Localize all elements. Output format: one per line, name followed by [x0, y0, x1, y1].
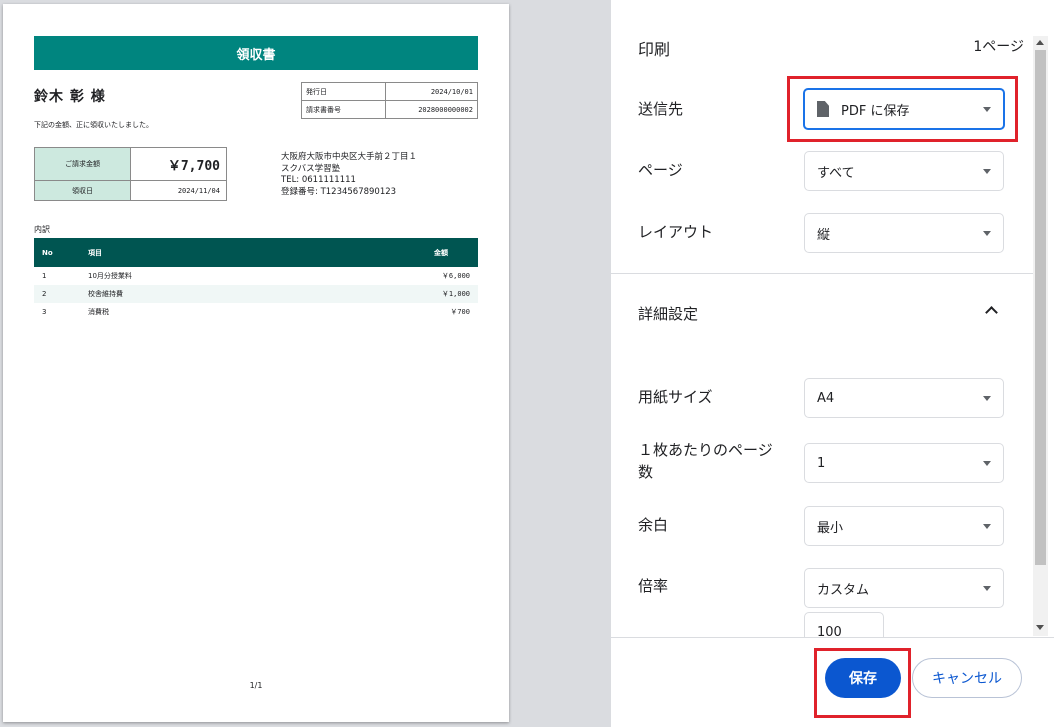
- breakdown-label: 内訳: [34, 225, 50, 234]
- layout-label: レイアウト: [638, 223, 714, 241]
- margins-select[interactable]: 最小: [804, 506, 1004, 546]
- settings-scrollbar[interactable]: [1033, 36, 1048, 636]
- page-count: 1ページ: [973, 39, 1024, 55]
- issuer-tel: TEL: 0611111111: [281, 175, 356, 185]
- header-no: No: [34, 238, 80, 267]
- meta-row: 発行日 2024/10/01: [301, 82, 478, 101]
- panel-title: 印刷: [638, 40, 671, 59]
- scroll-up-arrow-icon[interactable]: [1036, 40, 1044, 45]
- more-settings-label[interactable]: 詳細設定: [638, 303, 698, 325]
- paper-size-label: 用紙サイズ: [638, 388, 713, 406]
- pages-per-sheet-label-line2: 数: [638, 463, 654, 481]
- paper-size-value: A4: [817, 390, 835, 406]
- paper-size-select[interactable]: A4: [804, 378, 1004, 418]
- dropdown-arrow-icon: [983, 396, 991, 401]
- items-header-row: No 項目 金額: [34, 238, 478, 267]
- action-bar: 保存 キャンセル: [611, 637, 1054, 727]
- received-label: 領収日: [34, 180, 131, 201]
- pages-per-sheet-value: 1: [817, 455, 826, 471]
- meta-value: 2028000000002: [385, 100, 478, 119]
- received-value: 2024/11/04: [130, 180, 227, 201]
- dropdown-arrow-icon: [983, 461, 991, 466]
- row-item: 10月分授業料: [88, 272, 132, 280]
- scale-value: カスタム: [817, 582, 870, 598]
- destination-value: PDF に保存: [841, 103, 910, 119]
- amount-value: ￥7,700: [130, 147, 227, 181]
- receipt-page: 領収書 鈴木 彰 様 下記の金額、正に領収いたしました。 発行日 2024/10…: [3, 4, 509, 722]
- document-icon: [817, 101, 829, 117]
- row-no: 3: [42, 308, 47, 316]
- scroll-down-arrow-icon[interactable]: [1036, 625, 1044, 630]
- cancel-button[interactable]: キャンセル: [912, 658, 1022, 698]
- items-table: No 項目 金額 1 10月分授業料 ￥6,000 2 校舎維持費 ￥1,000…: [34, 238, 478, 321]
- dropdown-arrow-icon: [983, 107, 991, 112]
- meta-row: 請求書番号 2028000000002: [301, 100, 478, 119]
- receipt-note: 下記の金額、正に領収いたしました。: [34, 121, 153, 129]
- meta-label: 請求書番号: [301, 100, 386, 119]
- header-item: 項目: [80, 238, 294, 267]
- scale-select[interactable]: カスタム: [804, 568, 1004, 608]
- pages-per-sheet-label: １枚あたりのページ 数: [638, 439, 773, 483]
- receipt-meta-table: 発行日 2024/10/01 請求書番号 2028000000002: [301, 82, 478, 119]
- header-amount: 金額: [293, 238, 478, 267]
- table-row: 3 消費税 ￥700: [34, 303, 478, 321]
- margins-value: 最小: [817, 520, 844, 536]
- scroll-thumb[interactable]: [1035, 50, 1046, 565]
- issuer-name: スクバス学習塾: [281, 163, 341, 174]
- meta-label: 発行日: [301, 82, 386, 101]
- preview-page-number: 1/1: [249, 681, 263, 690]
- issuer-block: 大阪府大阪市中央区大手前２丁目１ スクバス学習塾 TEL: 0611111111…: [281, 152, 417, 198]
- pages-value: すべて: [817, 165, 855, 181]
- margins-label: 余白: [638, 516, 669, 534]
- dropdown-arrow-icon: [983, 169, 991, 174]
- layout-select[interactable]: 縦: [804, 213, 1004, 253]
- pages-per-sheet-select[interactable]: 1: [804, 443, 1004, 483]
- pages-select[interactable]: すべて: [804, 151, 1004, 191]
- destination-label: 送信先: [638, 100, 684, 118]
- receipt-title: 領収書: [34, 36, 478, 70]
- row-amount: ￥6,000: [441, 272, 470, 280]
- print-settings-panel: 印刷 1ページ 送信先 PDF に保存 ページ すべて レイアウト 縦 詳細設定…: [610, 0, 1054, 727]
- amount-table: ご請求金額 ￥7,700 領収日 2024/11/04: [34, 147, 227, 201]
- dropdown-arrow-icon: [983, 231, 991, 236]
- row-no: 2: [34, 285, 80, 303]
- row-amount: ￥700: [450, 308, 470, 316]
- layout-value: 縦: [817, 227, 831, 243]
- chevron-up-icon[interactable]: [985, 306, 998, 319]
- dropdown-arrow-icon: [983, 586, 991, 591]
- print-preview-area: 領収書 鈴木 彰 様 下記の金額、正に領収いたしました。 発行日 2024/10…: [0, 0, 610, 727]
- scale-label: 倍率: [638, 577, 669, 595]
- customer-name: 鈴木 彰 様: [34, 89, 106, 105]
- save-button[interactable]: 保存: [825, 658, 901, 698]
- row-item: 消費税: [88, 308, 109, 316]
- section-divider: [611, 273, 1036, 274]
- table-row: 1 10月分授業料 ￥6,000: [34, 267, 478, 285]
- pages-per-sheet-label-line1: １枚あたりのページ: [638, 441, 773, 459]
- received-row: 領収日 2024/11/04: [34, 180, 227, 201]
- destination-select[interactable]: PDF に保存: [803, 88, 1005, 130]
- pages-label: ページ: [638, 161, 683, 179]
- row-item: 校舎維持費: [80, 285, 294, 303]
- issuer-registration: 登録番号: T1234567890123: [281, 186, 397, 197]
- dropdown-arrow-icon: [983, 524, 991, 529]
- amount-row: ご請求金額 ￥7,700: [34, 147, 227, 181]
- amount-label: ご請求金額: [34, 147, 131, 181]
- table-row: 2 校舎維持費 ￥1,000: [34, 285, 478, 303]
- issuer-address: 大阪府大阪市中央区大手前２丁目１: [281, 152, 418, 162]
- row-amount: ￥1,000: [293, 285, 478, 303]
- meta-value: 2024/10/01: [385, 82, 478, 101]
- row-no: 1: [42, 272, 47, 280]
